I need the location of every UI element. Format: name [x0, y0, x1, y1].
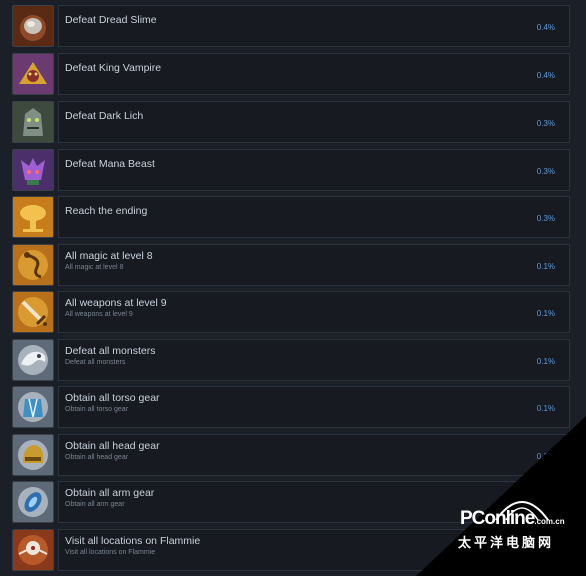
achievement-title: Defeat all monsters — [65, 345, 156, 357]
watermark-chinese: 太平洋电脑网 — [458, 535, 555, 550]
unlock-percent: 0.1% — [536, 357, 555, 366]
slime-icon — [12, 5, 54, 47]
achievement-title: Obtain all head gear — [65, 440, 160, 452]
achievement-title: Obtain all torso gear — [65, 392, 160, 404]
achievement-row[interactable]: All weapons at level 9 All weapons at le… — [12, 291, 572, 335]
achievement-description: All magic at level 8 — [65, 264, 124, 271]
achievement-row[interactable]: Defeat King Vampire 0.4% — [12, 53, 572, 97]
achievement-row[interactable]: Defeat all monsters Defeat all monsters … — [12, 339, 572, 383]
unlock-percent: 0.1% — [536, 309, 555, 318]
achievement-row[interactable]: Defeat Dread Slime 0.4% — [12, 5, 572, 49]
achievement-description: Obtain all head gear — [65, 454, 129, 461]
torso-gear-icon — [12, 386, 54, 428]
achievement-title: Reach the ending — [65, 205, 148, 217]
unlock-percent: 0.4% — [536, 71, 555, 80]
achievement-panel: All magic at level 8 All magic at level … — [58, 244, 570, 286]
vampire-icon — [12, 53, 54, 95]
monster-icon — [12, 339, 54, 381]
achievement-row[interactable]: Reach the ending 0.3% — [12, 196, 572, 240]
achievement-title: Defeat Dread Slime — [65, 14, 157, 26]
achievement-title: Visit all locations on Flammie — [65, 535, 201, 547]
achievement-description: Obtain all torso gear — [65, 406, 129, 413]
mana-tree-icon — [12, 196, 54, 238]
achievement-description: Visit all locations on Flammie — [65, 549, 156, 556]
achievement-panel: Reach the ending 0.3% — [58, 196, 570, 238]
watermark-logo: PConline.com.cn — [460, 508, 565, 529]
achievement-description: Defeat all monsters — [65, 359, 126, 366]
achievement-panel: Defeat Dread Slime 0.4% — [58, 5, 570, 47]
achievement-row[interactable]: Defeat Mana Beast 0.3% — [12, 149, 572, 193]
helmet-icon — [12, 434, 54, 476]
achievement-panel: Defeat Mana Beast 0.3% — [58, 149, 570, 191]
unlock-percent: 0.1% — [536, 404, 555, 413]
achievement-title: All weapons at level 9 — [65, 297, 167, 309]
achievement-title: Defeat King Vampire — [65, 62, 162, 74]
unlock-percent: 0.4% — [536, 23, 555, 32]
unlock-percent: 0.3% — [536, 167, 555, 176]
achievement-title: All magic at level 8 — [65, 250, 153, 262]
achievement-row[interactable]: All magic at level 8 All magic at level … — [12, 244, 572, 288]
achievement-panel: Defeat Dark Lich 0.3% — [58, 101, 570, 143]
achievement-description: Obtain all arm gear — [65, 501, 125, 508]
sword-icon — [12, 291, 54, 333]
watermark: PConline.com.cn 太平洋电脑网 — [452, 488, 586, 576]
achievement-description: All weapons at level 9 — [65, 311, 133, 318]
magic-icon — [12, 244, 54, 286]
achievement-row[interactable]: Defeat Dark Lich 0.3% — [12, 101, 572, 145]
achievement-panel: All weapons at level 9 All weapons at le… — [58, 291, 570, 333]
flammie-icon — [12, 529, 54, 571]
achievement-panel: Defeat King Vampire 0.4% — [58, 53, 570, 95]
achievement-title: Obtain all arm gear — [65, 487, 155, 499]
lich-icon — [12, 101, 54, 143]
arm-gear-icon — [12, 481, 54, 523]
watermark-domain: .com.cn — [534, 517, 565, 526]
unlock-percent: 0.1% — [536, 262, 555, 271]
achievement-title: Defeat Dark Lich — [65, 110, 144, 122]
unlock-percent: 0.3% — [536, 119, 555, 128]
achievement-panel: Defeat all monsters Defeat all monsters … — [58, 339, 570, 381]
mana-beast-icon — [12, 149, 54, 191]
unlock-percent: 0.3% — [536, 214, 555, 223]
achievement-title: Defeat Mana Beast — [65, 158, 155, 170]
